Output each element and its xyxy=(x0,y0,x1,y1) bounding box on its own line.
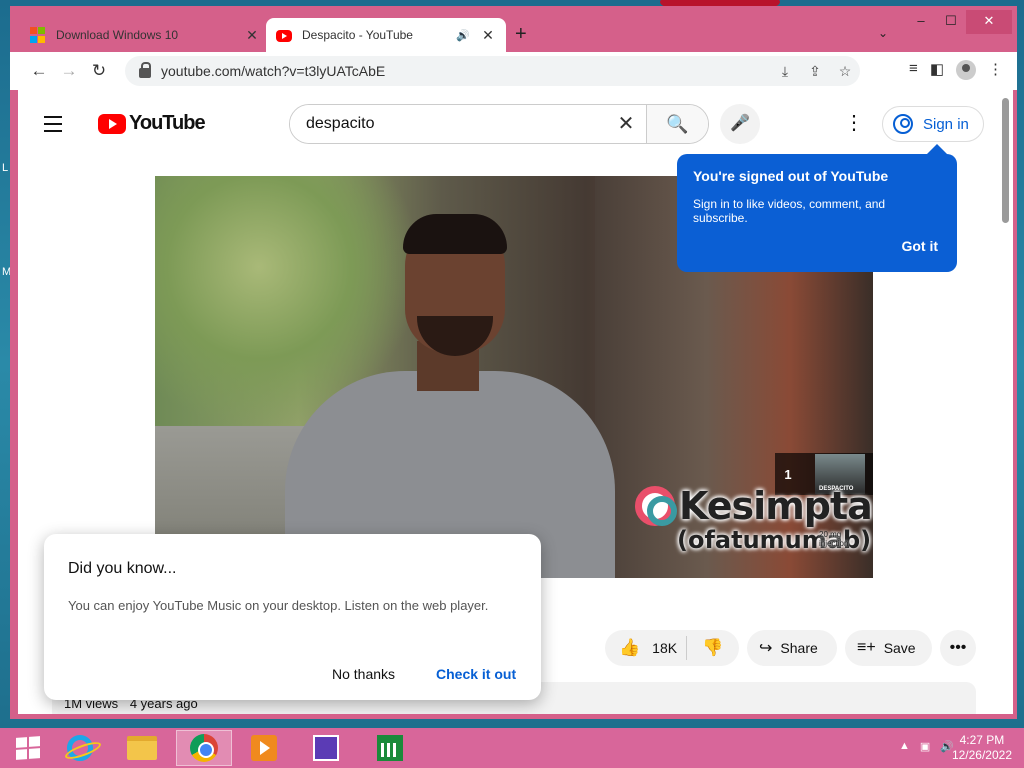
reload-icon[interactable]: ↻ xyxy=(84,61,114,81)
lock-icon[interactable] xyxy=(139,62,151,78)
tab-close-icon[interactable]: ✕ xyxy=(244,27,260,44)
ad-dose-text: 20 mg injection xyxy=(819,530,849,548)
tab-youtube[interactable]: Despacito - YouTube 🔊 ✕ xyxy=(266,18,506,52)
voice-search-mic-icon[interactable]: 🎤 xyxy=(720,104,760,144)
dislike-button[interactable]: 👎 xyxy=(687,638,739,658)
ad-brand-logo: Kesimpta (ofatumumab) 20 mg injection xyxy=(631,480,873,570)
clear-search-icon[interactable]: ✕ xyxy=(606,105,646,143)
menu-hamburger-icon[interactable] xyxy=(44,116,62,137)
youtube-logo-text: YouTube xyxy=(129,112,206,134)
toolbar-right-icons: ≡ ◧ ⋮ xyxy=(909,60,1003,80)
bookmark-star-icon[interactable]: ☆ xyxy=(830,63,860,80)
taskbar-calculator[interactable] xyxy=(298,730,354,766)
page-scrollbar[interactable] xyxy=(998,90,1013,714)
kesimpta-logo-ring-icon xyxy=(647,496,677,526)
did-you-know-dialog: Did you know... You can enjoy YouTube Mu… xyxy=(44,534,541,700)
tab-close-icon[interactable]: ✕ xyxy=(480,27,496,44)
tab-strip: Download Windows 10 ✕ Despacito - YouTub… xyxy=(10,6,1017,52)
windows-start-icon xyxy=(16,736,40,760)
url-text[interactable]: youtube.com/watch?v=t3lyUATcAbE xyxy=(161,63,770,79)
side-panel-icon[interactable]: ◧ xyxy=(930,60,944,80)
taskbar-internet-explorer[interactable] xyxy=(52,730,108,766)
thumbs-down-icon: 👎 xyxy=(702,638,724,657)
more-actions-button[interactable]: ••• xyxy=(940,630,976,666)
dialog-body: You can enjoy YouTube Music on your desk… xyxy=(68,598,489,613)
close-button[interactable]: ✕ xyxy=(966,10,1012,34)
taskbar-chrome[interactable] xyxy=(176,730,232,766)
address-bar[interactable]: youtube.com/watch?v=t3lyUATcAbE ⤓ ⇪ ☆ xyxy=(125,56,860,86)
tooltip-title: You're signed out of YouTube xyxy=(693,168,889,184)
signed-out-tooltip: You're signed out of YouTube Sign in to … xyxy=(677,144,957,272)
internet-explorer-icon xyxy=(67,735,93,761)
no-thanks-button[interactable]: No thanks xyxy=(332,666,395,682)
back-arrow-icon[interactable]: ← xyxy=(24,61,54,81)
windows-taskbar: ▲ ▣ 🔊 4:27 PM 12/26/2022 xyxy=(0,728,1024,768)
calculator-icon xyxy=(313,735,339,761)
settings-more-icon[interactable]: ⋮ xyxy=(844,110,864,135)
more-horizontal-icon: ••• xyxy=(949,639,967,656)
show-hidden-icons-icon[interactable]: ▲ xyxy=(899,740,910,753)
dialog-title: Did you know... xyxy=(68,560,177,577)
maximize-button[interactable]: ☐ xyxy=(936,10,966,34)
taskbar-media-player[interactable] xyxy=(236,730,292,766)
search-button[interactable]: 🔍 xyxy=(646,105,708,143)
share-page-icon[interactable]: ⇪ xyxy=(800,63,830,80)
media-controls-icon[interactable]: ≡ xyxy=(909,60,918,80)
share-button[interactable]: ↪ Share xyxy=(747,630,837,666)
browser-menu-icon[interactable]: ⋮ xyxy=(988,60,1003,80)
clock-time: 4:27 PM xyxy=(959,733,1005,747)
minimize-button[interactable]: ‒ xyxy=(906,10,936,34)
desktop-icon-label: L xyxy=(2,162,9,174)
search-box: ✕ 🔍 xyxy=(289,104,709,144)
taskbar-file-explorer[interactable] xyxy=(114,730,170,766)
media-player-icon xyxy=(251,735,277,761)
youtube-play-icon xyxy=(98,113,126,134)
like-dislike-group: 👍 18K 👎 xyxy=(605,630,739,666)
ad-brand-name: Kesimpta xyxy=(679,484,873,528)
taskbar-clock[interactable]: 4:27 PM 12/26/2022 xyxy=(952,733,1012,763)
tooltip-body: Sign in to like videos, comment, and sub… xyxy=(693,197,886,225)
thumbs-up-icon: 👍 xyxy=(619,638,641,657)
youtube-favicon-icon xyxy=(276,30,292,42)
network-icon[interactable]: ▣ xyxy=(920,740,930,753)
tab-title: Download Windows 10 xyxy=(56,28,179,42)
tab-search-icon[interactable]: ⌄ xyxy=(878,26,888,40)
like-button[interactable]: 👍 18K xyxy=(605,636,687,660)
bar-chart-icon xyxy=(377,735,403,761)
sign-in-label: Sign in xyxy=(923,115,969,133)
save-button[interactable]: ≡+ Save xyxy=(845,630,932,666)
share-label: Share xyxy=(780,640,818,656)
scrollbar-thumb[interactable] xyxy=(1002,98,1009,223)
sign-in-button[interactable]: Sign in xyxy=(882,106,984,142)
youtube-logo[interactable]: YouTube xyxy=(98,112,206,135)
tab-download-windows[interactable]: Download Windows 10 ✕ xyxy=(20,18,270,52)
add-to-playlist-icon: ≡+ xyxy=(857,639,876,656)
chrome-icon xyxy=(190,734,218,762)
save-label: Save xyxy=(883,640,916,656)
system-tray: ▲ ▣ 🔊 xyxy=(899,740,954,753)
profile-avatar-icon[interactable] xyxy=(956,60,976,80)
install-app-icon[interactable]: ⤓ xyxy=(770,63,800,80)
new-tab-button[interactable]: + xyxy=(515,23,527,46)
search-input[interactable] xyxy=(290,105,606,143)
video-frame-person-hair xyxy=(403,214,507,254)
taskbar-chart-app[interactable] xyxy=(362,730,418,766)
got-it-button[interactable]: Got it xyxy=(901,238,938,254)
account-circle-icon xyxy=(893,114,913,134)
clock-date: 12/26/2022 xyxy=(951,748,1012,762)
windows-logo-icon xyxy=(30,27,46,43)
folder-icon xyxy=(127,736,157,760)
forward-arrow-icon[interactable]: → xyxy=(54,61,84,81)
browser-window: Download Windows 10 ✕ Despacito - YouTub… xyxy=(10,6,1017,719)
check-it-out-button[interactable]: Check it out xyxy=(436,666,516,682)
like-count: 18K xyxy=(652,640,678,656)
tab-title: Despacito - YouTube xyxy=(302,28,413,42)
audio-playing-icon[interactable]: 🔊 xyxy=(456,29,472,42)
share-arrow-icon: ↪ xyxy=(759,640,773,657)
start-button[interactable] xyxy=(0,730,56,766)
youtube-page: YouTube ✕ 🔍 🎤 ⋮ Sign in 1 DESPACITO xyxy=(18,90,998,714)
browser-toolbar: ← → ↻ youtube.com/watch?v=t3lyUATcAbE ⤓ … xyxy=(10,52,1017,90)
